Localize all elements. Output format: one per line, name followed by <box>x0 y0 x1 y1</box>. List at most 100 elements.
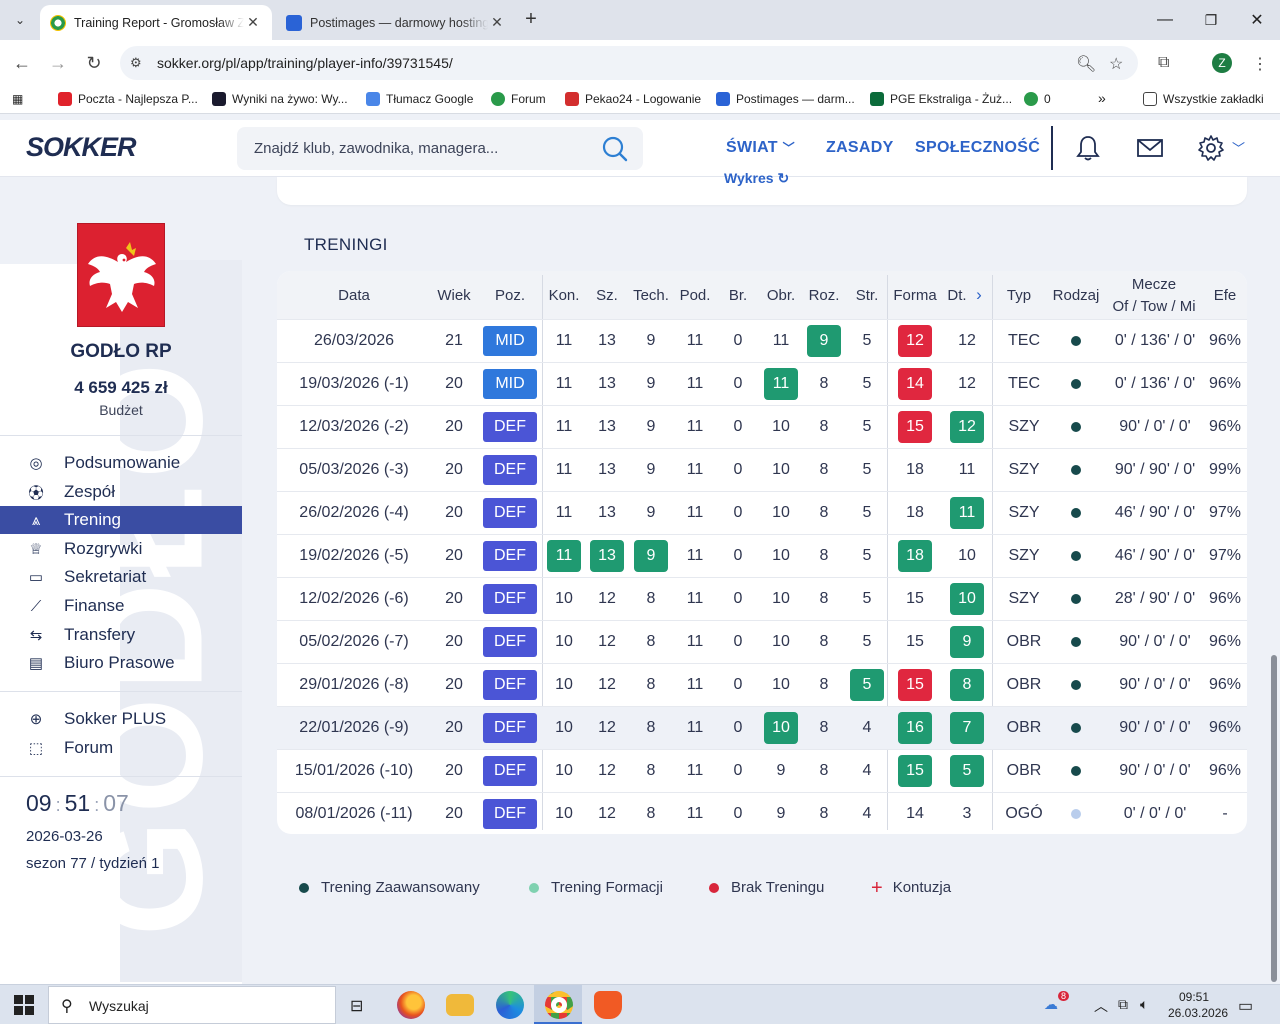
reload-button[interactable]: ↻ <box>81 50 107 76</box>
bookmark-tlumacz[interactable]: Tłumacz Google <box>366 92 473 106</box>
chevron-right-icon[interactable]: › <box>972 285 986 305</box>
table-row[interactable]: 05/02/2026 (-7) 20 DEF 10 12 8 11 0 10 8 5 15 9 OBR 90… <box>277 620 1247 663</box>
volume-icon[interactable]: 🔈︎ <box>1140 996 1148 1013</box>
settings-chevron-icon[interactable]: ﹀ <box>1232 138 1245 157</box>
tab-search-button[interactable]: ⌄ <box>8 8 32 32</box>
close-window-button[interactable]: ✕ <box>1234 0 1280 40</box>
taskbar-clock[interactable]: 09:51 26.03.2026 <box>1168 989 1228 1021</box>
chrome-icon[interactable] <box>545 991 573 1019</box>
club-crest[interactable] <box>77 223 165 327</box>
table-row[interactable]: 19/03/2026 (-1) 20 MID 11 13 9 11 0 11 8 5 14 12 TEC 0… <box>277 362 1247 405</box>
url-field[interactable]: ⚙ sokker.org/pl/app/training/player-info… <box>120 46 1138 80</box>
col-wiek[interactable]: Wiek <box>429 287 479 304</box>
table-row[interactable]: 22/01/2026 (-9) 20 DEF 10 12 8 11 0 10 8 4 16 7 OBR 90… <box>277 706 1247 749</box>
minimize-button[interactable]: — <box>1142 0 1188 40</box>
browser-menu-icon[interactable]: ⋮ <box>1252 54 1268 74</box>
sokker-logo[interactable]: SOKKER <box>26 132 137 163</box>
sidebar-item-sokker-plus[interactable]: ⊕ Sokker PLUS <box>0 705 242 733</box>
search-input[interactable]: Znajdź klub, zawodnika, managera... <box>254 140 498 157</box>
sidebar-item-rozgrywki[interactable]: ♕ Rozgrywki <box>0 535 242 563</box>
bookmark-forum[interactable]: Forum <box>491 92 546 106</box>
table-row[interactable]: 19/02/2026 (-5) 20 DEF 11 13 9 11 0 10 8 5 18 10 SZY 4… <box>277 534 1247 577</box>
bell-icon[interactable] <box>1072 132 1104 164</box>
menu-zasady[interactable]: ZASADY <box>826 139 894 157</box>
zoom-icon[interactable]: 🔍︎ <box>1076 54 1096 74</box>
more-bookmarks-icon[interactable]: » <box>1098 90 1106 106</box>
bookmark-pekao[interactable]: Pekao24 - Logowanie <box>565 92 701 106</box>
sidebar-item-podsumowanie[interactable]: ◎ Podsumowanie <box>0 449 242 477</box>
weather-icon[interactable]: ☁ <box>1044 996 1058 1013</box>
table-row[interactable]: 05/03/2026 (-3) 20 DEF 11 13 9 11 0 10 8 5 18 11 SZY 9… <box>277 448 1247 491</box>
col-str[interactable]: Str. <box>847 287 887 304</box>
new-tab-button[interactable]: + <box>520 9 542 31</box>
tab-training-report[interactable]: Training Report - Gromosław Zg ✕ <box>40 5 272 40</box>
col-forma[interactable]: Forma <box>891 287 939 304</box>
table-row[interactable]: 26/02/2026 (-4) 20 DEF 11 13 9 11 0 10 8 5 18 11 SZY 4… <box>277 491 1247 534</box>
action-center-icon[interactable]: ▭ <box>1238 996 1253 1016</box>
bookmark-postimages[interactable]: Postimages — darm... <box>716 92 855 106</box>
forward-button[interactable]: → <box>45 50 71 76</box>
menu-swiat[interactable]: ŚWIAT ﹀ <box>726 139 795 157</box>
file-explorer-icon[interactable] <box>446 994 474 1016</box>
table-row[interactable]: 12/03/2026 (-2) 20 DEF 11 13 9 11 0 10 8 5 15 12 SZY 9… <box>277 405 1247 448</box>
col-dt[interactable]: Dt. <box>943 287 971 304</box>
table-row[interactable]: 29/01/2026 (-8) 20 DEF 10 12 8 11 0 10 8 5 15 8 OBR 90… <box>277 663 1247 706</box>
col-br[interactable]: Br. <box>718 287 758 304</box>
page-scrollbar[interactable] <box>1271 655 1277 982</box>
table-row[interactable]: 15/01/2026 (-10) 20 DEF 10 12 8 11 0 9 8 4 15 5 OBR 90… <box>277 749 1247 792</box>
menu-spolecznosc[interactable]: SPOŁECZNOŚĆ <box>915 139 1040 157</box>
settings-gear-icon[interactable] <box>1195 132 1227 164</box>
taskbar-search[interactable]: ⚲ Wyszukaj <box>48 986 336 1024</box>
chart-link[interactable]: Wykres ↻ <box>724 170 789 187</box>
col-poz[interactable]: Poz. <box>485 287 535 304</box>
task-view-icon[interactable]: ⊟ <box>350 996 363 1016</box>
col-data[interactable]: Data <box>324 287 384 304</box>
notification-badge: 8 <box>1058 991 1070 1001</box>
sidebar-item-trening[interactable]: ⩓ Trening <box>0 506 242 534</box>
sidebar-item-biuro-prasowe[interactable]: ▤ Biuro Prasowe <box>0 649 242 677</box>
bookmark-star-icon[interactable]: ☆ <box>1109 54 1123 74</box>
restore-button[interactable]: ❐ <box>1188 0 1234 40</box>
sidebar-item-sekretariat[interactable]: ▭ Sekretariat <box>0 563 242 591</box>
extensions-icon[interactable]: ⧉ <box>1158 54 1169 72</box>
tray-chevron-icon[interactable]: ︿ <box>1094 996 1108 1016</box>
site-info-icon[interactable]: ⚙ <box>130 55 142 71</box>
tab-postimages[interactable]: Postimages — darmowy hosting ✕ <box>276 5 516 40</box>
bookmark-pge[interactable]: PGE Ekstraliga - Żuż... <box>870 92 1012 106</box>
bookmark-wyniki[interactable]: Wyniki na żywo: Wy... <box>212 92 348 106</box>
network-icon[interactable]: ⧉ <box>1118 996 1128 1013</box>
col-rodzaj[interactable]: Rodzaj <box>1049 287 1103 304</box>
bookmark-poczta[interactable]: Poczta - Najlepsza P... <box>58 92 198 106</box>
bookmark-zero[interactable]: 0 <box>1024 92 1051 106</box>
col-mecze[interactable]: Mecze <box>1107 276 1201 293</box>
sidebar-item-transfery[interactable]: ⇆ Transfery <box>0 621 242 649</box>
edge-icon[interactable] <box>496 991 524 1019</box>
table-row[interactable]: 08/01/2026 (-11) 20 DEF 10 12 8 11 0 9 8 4 14 3 OGÓ 0'… <box>277 792 1247 834</box>
site-search[interactable]: Znajdź klub, zawodnika, managera... <box>237 127 643 170</box>
col-typ[interactable]: Typ <box>999 287 1039 304</box>
firefox-icon[interactable] <box>397 991 425 1019</box>
windows-start-icon[interactable] <box>14 995 34 1015</box>
sidebar-item-forum[interactable]: ⬚ Forum <box>0 734 242 762</box>
sidebar-item-zespol[interactable]: ⚽︎ Zespół <box>0 478 242 506</box>
all-bookmarks[interactable]: Wszystkie zakładki <box>1143 92 1264 106</box>
close-tab-icon[interactable]: ✕ <box>244 14 262 31</box>
table-row[interactable]: 12/02/2026 (-6) 20 DEF 10 12 8 11 0 10 8 5 15 10 SZY 2… <box>277 577 1247 620</box>
search-icon[interactable] <box>601 135 629 163</box>
mail-icon[interactable] <box>1134 132 1166 164</box>
profile-avatar[interactable]: Z <box>1212 53 1232 73</box>
table-row[interactable]: 26/03/2026 21 MID 11 13 9 11 0 11 9 5 12 12 TEC 0' / 1… <box>277 319 1247 362</box>
back-button[interactable]: ← <box>9 50 35 76</box>
col-roz[interactable]: Roz. <box>804 287 844 304</box>
close-tab-icon[interactable]: ✕ <box>488 14 506 31</box>
col-kon[interactable]: Kon. <box>544 287 584 304</box>
col-obr[interactable]: Obr. <box>761 287 801 304</box>
apps-grid-icon[interactable]: ▦ <box>12 92 23 106</box>
brave-icon[interactable] <box>594 991 622 1019</box>
club-name[interactable]: GODŁO RP <box>0 341 242 363</box>
col-pod[interactable]: Pod. <box>675 287 715 304</box>
col-efe[interactable]: Efe <box>1207 287 1243 304</box>
sidebar-item-finanse[interactable]: ⟋ Finanse <box>0 592 242 620</box>
col-sz[interactable]: Sz. <box>587 287 627 304</box>
col-tech[interactable]: Tech. <box>629 287 673 304</box>
